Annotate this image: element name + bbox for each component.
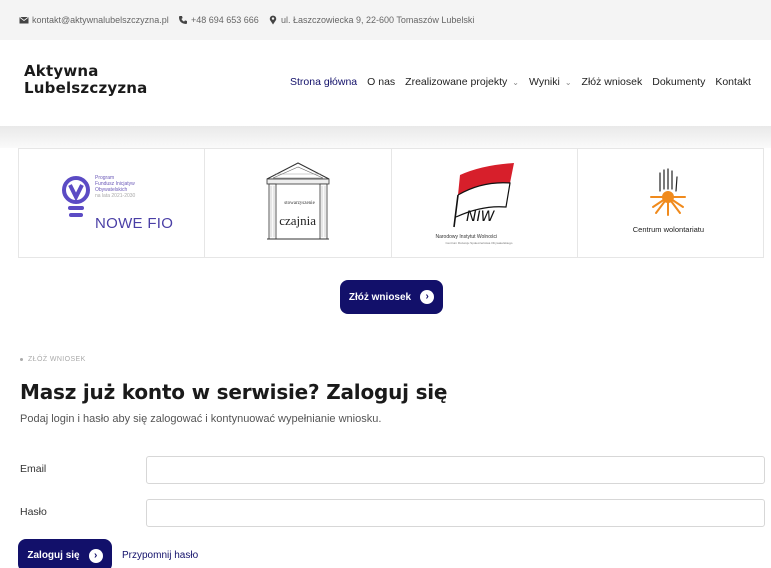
logo-line-1: Aktywna [24,62,99,80]
login-button-label: Zaloguj się [27,550,80,561]
password-label: Hasło [20,506,47,518]
nav-item-apply[interactable]: Złóż wniosek [582,76,643,88]
partner-fio[interactable]: Program Fundusz Inicjatyw Obywatelskich … [19,149,206,257]
nav-item-about-label: O nas [367,76,396,88]
fio-program-text: Program Fundusz Inicjatyw Obywatelskich … [95,175,135,199]
nav-item-documents-label: Dokumenty [652,76,706,88]
nav-item-home[interactable]: Strona główna [290,76,357,88]
nav-item-home-label: Strona główna [290,76,358,88]
remind-password-link[interactable]: Przypomnij hasło [122,550,198,561]
chevron-right-icon: › [88,548,103,563]
bullet-icon [20,357,23,361]
centrum-wolontariatu-text: Centrum wolontariatu [632,225,705,234]
topbar-email-text[interactable]: kontakt@aktywnalubelszczyzna.pl [32,15,169,25]
email-label: Email [20,463,47,475]
contact-topbar: kontakt@aktywnalubelszczyzna.pl +48 694 … [0,0,771,40]
fio-title: NOWE FIO [95,215,174,232]
login-lead: Podaj login i hasło aby się zalogować i … [20,413,382,425]
partner-logos: Program Fundusz Inicjatyw Obywatelskich … [18,148,764,258]
svg-text:NIW: NIW [466,209,496,225]
fio-bulb-icon [62,176,90,217]
czajnia-small-text: stowarzyszenie [284,201,315,206]
login-button[interactable]: Zaloguj się › [18,539,112,568]
apply-button-label: Złóż wniosek [348,291,412,303]
phone-icon [178,15,188,25]
email-field[interactable] [146,456,765,484]
nav-item-projects-label: Zrealizowane projekty [405,76,508,88]
topbar-address-text: ul. Łaszczowiecka 9, 22-600 Tomaszów Lub… [281,15,475,25]
partner-czajnia[interactable]: stowarzyszenie czajnia [205,149,392,257]
topbar-email[interactable]: kontakt@aktywnalubelszczyzna.pl [19,15,169,25]
czajnia-title: czajnia [279,213,317,228]
partner-niw[interactable]: NIW Narodowy Instytut Wolności Centrum R… [392,149,578,257]
nav-item-documents[interactable]: Dokumenty [652,76,705,88]
site-header: Aktywna Lubelszczyzna Strona główna O na… [0,40,771,126]
niw-subtitle: Centrum Rozwoju Społeczeństwa Obywatelsk… [445,241,513,245]
nav-item-contact[interactable]: Kontakt [715,76,751,88]
nav-item-results[interactable]: Wyniki ⌄ [529,76,572,88]
breadcrumb: ZŁÓŻ WNIOSEK [20,356,86,363]
logo-line-2: Lubelszczyzna [24,79,148,97]
page-title: Masz już konto w serwisie? Zaloguj się [20,380,448,404]
niw-flag-icon: NIW [452,163,514,228]
nav-item-contact-label: Kontakt [715,76,751,88]
topbar-phone[interactable]: +48 694 653 666 [178,15,259,25]
partner-centrum-wolontariatu[interactable]: Centrum wolontariatu [578,149,763,257]
nav-item-results-label: Wyniki [529,76,560,88]
volunteer-hand-icon [649,168,686,216]
nav-item-about[interactable]: O nas [367,76,395,88]
site-logo[interactable]: Aktywna Lubelszczyzna [24,63,147,97]
nav-item-apply-label: Złóż wniosek [581,76,643,88]
chevron-down-icon: ⌄ [564,77,572,87]
header-shadow [0,126,771,148]
fio-line-4: na lata 2021-2030 [95,193,136,199]
niw-name: Narodowy Instytut Wolności [435,234,498,240]
chevron-right-icon: › [420,290,435,304]
breadcrumb-text[interactable]: ZŁÓŻ WNIOSEK [28,356,86,363]
chevron-down-icon: ⌄ [512,77,519,87]
password-field[interactable] [146,499,765,527]
envelope-icon [19,15,29,25]
apply-button[interactable]: Złóż wniosek › [340,280,443,314]
main-nav: Strona główna O nas Zrealizowane projekt… [290,76,761,88]
nav-item-projects[interactable]: Zrealizowane projekty ⌄ [405,76,519,88]
topbar-address: ul. Łaszczowiecka 9, 22-600 Tomaszów Lub… [268,15,474,25]
topbar-phone-text[interactable]: +48 694 653 666 [191,15,259,25]
map-pin-icon [268,15,278,25]
